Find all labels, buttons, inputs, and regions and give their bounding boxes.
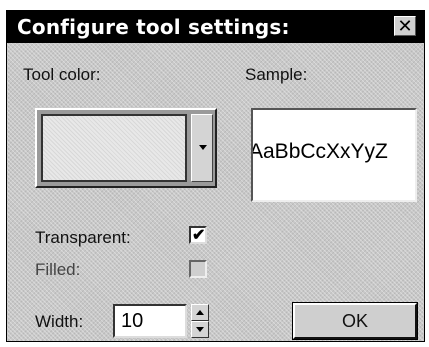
filled-label: Filled: [35, 260, 81, 279]
width-decrement-button[interactable] [191, 321, 209, 338]
width-label: Width: [35, 312, 84, 331]
configure-tool-settings-dialog: Configure tool settings: ✕ Tool color: S… [6, 10, 425, 342]
sample-preview: AaBbCcXxYyZ [251, 108, 417, 202]
filled-checkbox[interactable] [189, 260, 207, 278]
checkmark-icon: ✔ [192, 227, 206, 244]
tool-color-swatch [41, 114, 187, 182]
close-icon: ✕ [397, 16, 413, 36]
sample-label: Sample: [245, 65, 308, 84]
dialog-title: Configure tool settings: [17, 15, 290, 39]
close-button[interactable]: ✕ [394, 16, 416, 36]
title-bar: Configure tool settings: ✕ [7, 11, 424, 43]
tool-color-label: Tool color: [23, 65, 101, 84]
width-input[interactable]: 10 [113, 304, 187, 338]
transparent-checkbox[interactable]: ✔ [189, 226, 207, 244]
chevron-down-icon[interactable] [191, 114, 213, 182]
width-increment-button[interactable] [191, 304, 209, 321]
ok-button[interactable]: OK [292, 302, 418, 340]
sample-text: AaBbCcXxYyZ [251, 140, 388, 163]
tool-color-dropdown[interactable] [35, 108, 217, 188]
transparent-label: Transparent: [35, 228, 131, 247]
